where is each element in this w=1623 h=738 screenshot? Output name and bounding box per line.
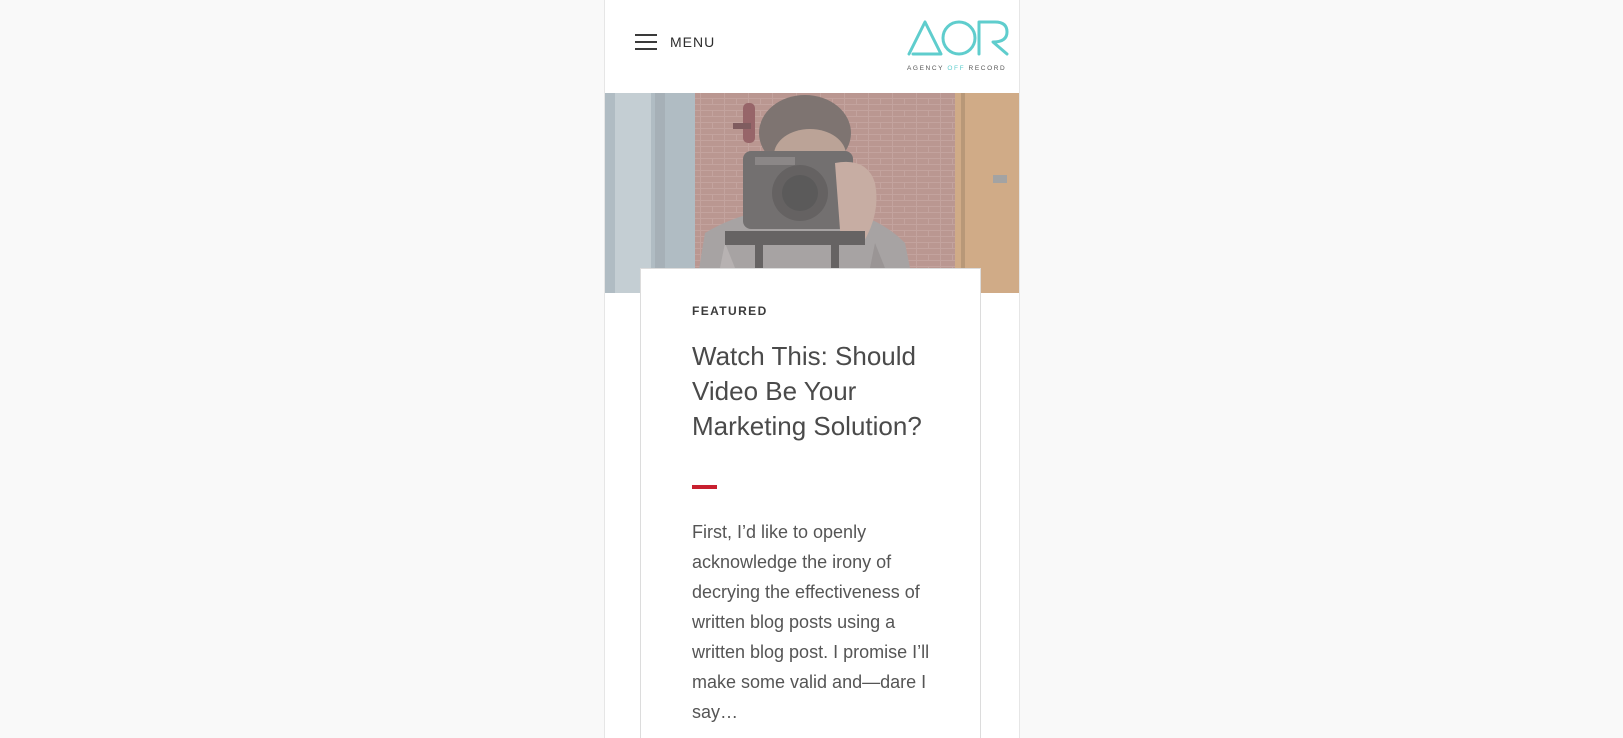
post-category[interactable]: FEATURED xyxy=(692,304,768,318)
logo-tagline: AGENCY OFF RECORD xyxy=(907,65,1007,72)
aor-logo-mark xyxy=(907,20,1009,56)
featured-post-card[interactable]: FEATURED Watch This: Should Video Be You… xyxy=(640,268,981,738)
hamburger-icon xyxy=(635,34,657,50)
menu-button[interactable]: MENU xyxy=(635,30,715,54)
menu-label: MENU xyxy=(670,34,716,50)
mobile-viewport: MENU AGENCY OFF RECORD FEATURED Watch Th… xyxy=(604,0,1020,738)
man-with-camera-image xyxy=(605,93,1019,293)
title-divider xyxy=(692,485,717,489)
site-logo[interactable]: AGENCY OFF RECORD xyxy=(907,18,1011,76)
featured-hero-image[interactable] xyxy=(605,93,1019,293)
post-title[interactable]: Watch This: Should Video Be Your Marketi… xyxy=(692,339,942,444)
site-header: MENU AGENCY OFF RECORD xyxy=(605,0,1019,93)
post-excerpt: First, I’d like to openly acknowledge th… xyxy=(692,522,930,722)
